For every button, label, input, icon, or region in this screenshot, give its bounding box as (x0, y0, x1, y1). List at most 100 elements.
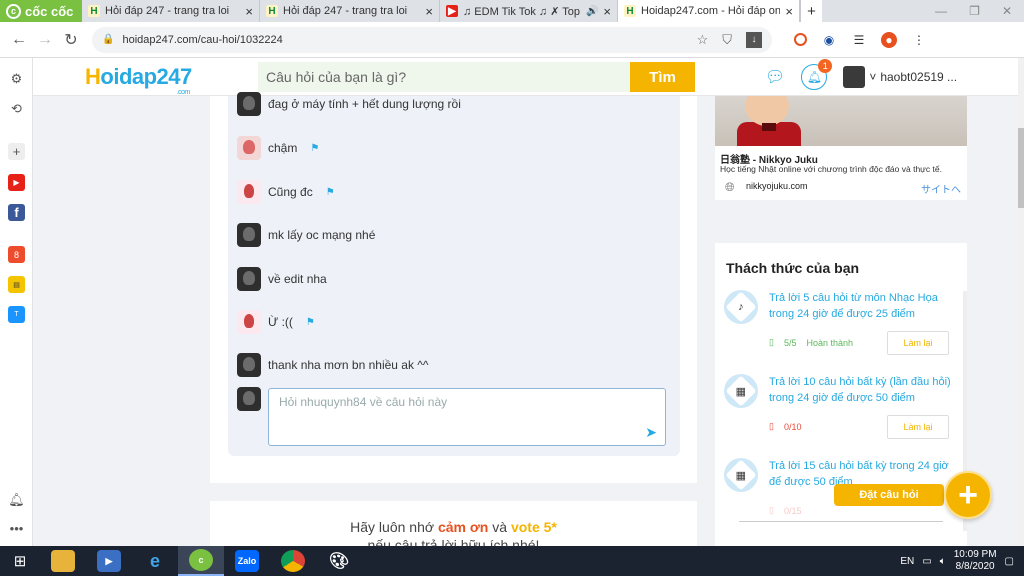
comment-text: chậm (268, 141, 298, 155)
more-dots-icon[interactable]: ••• (8, 520, 25, 537)
more-menu-icon[interactable]: ⋮ (911, 32, 927, 48)
shield-icon[interactable]: ⛉ (722, 32, 732, 48)
avatar[interactable] (237, 267, 261, 291)
report-flag-icon[interactable]: ⚑ (310, 143, 319, 154)
network-icon[interactable]: ▭ (922, 556, 931, 567)
taskbar-coccoc[interactable]: c (178, 546, 224, 576)
download-icon[interactable]: ↓ (746, 31, 762, 48)
avatar[interactable] (237, 136, 261, 160)
reply-box: ➤ (268, 388, 666, 446)
taskbar-zalo[interactable]: Zalo (224, 546, 270, 576)
report-flag-icon[interactable]: ⚑ (326, 187, 335, 198)
ad-domain[interactable]: nikkyojuku.com (746, 181, 808, 191)
close-icon[interactable]: × (245, 4, 253, 19)
retry-button[interactable]: Làm lại (887, 415, 949, 439)
settings-gear-icon[interactable]: ⚙ (8, 70, 25, 87)
notification-badge: 1 (818, 59, 833, 73)
coccoc-menu-button[interactable]: c cốc cốc (0, 0, 82, 22)
bookmark-star-icon[interactable]: ☆ (697, 32, 709, 48)
comment-item: thank nha mơn bn nhiều ak ^^ (237, 353, 429, 377)
taskbar-file-explorer[interactable] (40, 546, 86, 576)
lazada-icon[interactable]: ▤ (8, 276, 25, 293)
tab-title: Hoidap247.com - Hỏi đáp onl (641, 5, 781, 17)
address-toolbar: ← → ↻ 🔒 hoidap247.com/cau-hoi/1032224 ☆ … (0, 22, 1024, 58)
user-menu[interactable]: ˅ haobt02519 ... (843, 66, 957, 88)
send-icon[interactable]: ➤ (645, 424, 657, 441)
challenge-meta: ▯ 0/10 (769, 421, 801, 432)
close-icon[interactable]: × (425, 4, 433, 19)
challenges-title: Thách thức của bạn (726, 260, 860, 276)
comment-input[interactable] (269, 389, 665, 445)
avatar[interactable] (237, 92, 261, 116)
windows-start-button[interactable]: ⊞ (0, 546, 40, 576)
browser-tab-4-active[interactable]: H Hoidap247.com - Hỏi đáp onl × (618, 0, 800, 22)
volume-icon[interactable]: 🔈︎ (940, 556, 946, 567)
forward-arrow-icon[interactable]: → (32, 31, 58, 49)
avatar[interactable] (237, 353, 261, 377)
browser-tab-strip: c cốc cốc H Hỏi đáp 247 - trang tra loi … (0, 0, 1024, 22)
extension-coccoc-icon[interactable] (794, 33, 807, 46)
lock-icon[interactable]: 🔒 (102, 34, 114, 45)
challenge-text[interactable]: Trả lời 10 câu hỏi bất kỳ (lần đầu hỏi) … (769, 374, 959, 406)
ask-question-plus-button[interactable]: + (944, 471, 992, 519)
youtube-icon[interactable]: ▶ (8, 174, 25, 191)
challenge-meta: ▯ 0/15 (769, 505, 801, 516)
taskbar-paint[interactable]: 🎨︎ (316, 546, 362, 576)
notification-bell-button[interactable]: 🔔︎ 1 (801, 59, 833, 90)
shopee-icon[interactable]: 8 (8, 246, 25, 263)
browser-tab-1[interactable]: H Hỏi đáp 247 - trang tra loi × (82, 0, 260, 22)
add-shortcut-icon[interactable]: + (8, 143, 25, 160)
history-icon[interactable]: ⟲ (8, 100, 25, 117)
reload-icon[interactable]: ↻ (58, 30, 84, 50)
browser-side-rail: ⚙ ⟲ + ▶ f 8 ▤ T 🔔︎ ••• (0, 58, 33, 546)
ad-card[interactable]: 日翁塾 - Nikkyo Juku Học tiếng Nhật online … (715, 96, 967, 200)
ad-visit-link[interactable]: サイトへ (921, 181, 961, 196)
browser-tab-2[interactable]: H Hỏi đáp 247 - trang tra loi × (260, 0, 440, 22)
address-bar[interactable]: 🔒 hoidap247.com/cau-hoi/1032224 ☆ ⛉ ↓ (92, 26, 772, 53)
close-icon[interactable]: × (603, 4, 611, 19)
input-language[interactable]: EN (900, 556, 914, 567)
avatar[interactable] (237, 180, 261, 204)
hoidap247-logo[interactable]: Hoidap247 .com (85, 63, 192, 96)
search-input[interactable] (258, 62, 630, 92)
challenge-text[interactable]: Trả lời 5 câu hỏi từ môn Nhạc Họa trong … (769, 290, 959, 322)
retry-button[interactable]: Làm lại (887, 331, 949, 355)
avatar[interactable] (237, 223, 261, 247)
extension-mask-icon[interactable]: ◉ (821, 32, 837, 48)
ad-image[interactable] (715, 96, 967, 146)
comment-item: mk lấy oc mạng nhé (237, 223, 375, 247)
minimize-icon[interactable]: — (935, 4, 947, 18)
scrollbar-thumb[interactable] (1018, 128, 1024, 208)
page-scrollbar[interactable] (1018, 58, 1024, 546)
taskbar-media-player[interactable]: ▶ (86, 546, 132, 576)
avatar[interactable] (237, 310, 261, 334)
chat-icon[interactable]: 💬︎ (765, 67, 785, 87)
reading-list-icon[interactable]: ☰ (851, 32, 867, 48)
facebook-icon[interactable]: f (8, 204, 25, 221)
notifications-bell-icon[interactable]: 🔔︎ (8, 491, 25, 508)
report-flag-icon[interactable]: ⚑ (306, 317, 315, 328)
maximize-icon[interactable]: ❐ (969, 4, 980, 18)
browser-tab-3[interactable]: ▶ ♫ EDM Tik Tok ♫ ✗ Top 🔊 × (440, 0, 618, 22)
logo-text: oidap247 (100, 63, 192, 89)
window-controls: — ❐ ✕ (935, 0, 1024, 22)
speaker-icon[interactable]: 🔊 (586, 6, 598, 17)
close-window-icon[interactable]: ✕ (1002, 4, 1012, 18)
site-header: Hoidap247 .com Tìm 💬︎ 🔔︎ 1 ˅ haobt02519 … (33, 58, 1018, 96)
taskbar-chrome[interactable] (270, 546, 316, 576)
comment-item: chậm ⚑ (237, 136, 319, 160)
close-icon[interactable]: × (785, 4, 793, 19)
taskbar-internet-explorer[interactable]: e (132, 546, 178, 576)
comment-item: Ừ :(( ⚑ (237, 310, 315, 334)
clock[interactable]: 10:09 PM 8/8/2020 (954, 549, 997, 573)
thanks-line-1: Hãy luôn nhớ cảm ơn và vote 5* (210, 519, 697, 535)
tiki-icon[interactable]: T (8, 306, 25, 323)
ask-question-button[interactable]: Đặt câu hỏi (834, 484, 944, 506)
notification-center-icon[interactable]: ▢ (1005, 556, 1014, 567)
document-icon: ▯ (769, 421, 774, 431)
extension-red-icon[interactable]: ● (881, 31, 897, 48)
new-tab-button[interactable]: + (800, 0, 822, 22)
back-arrow-icon[interactable]: ← (6, 31, 32, 49)
search-button[interactable]: Tìm (630, 62, 695, 92)
challenge-progress: 5/5 (783, 337, 797, 348)
